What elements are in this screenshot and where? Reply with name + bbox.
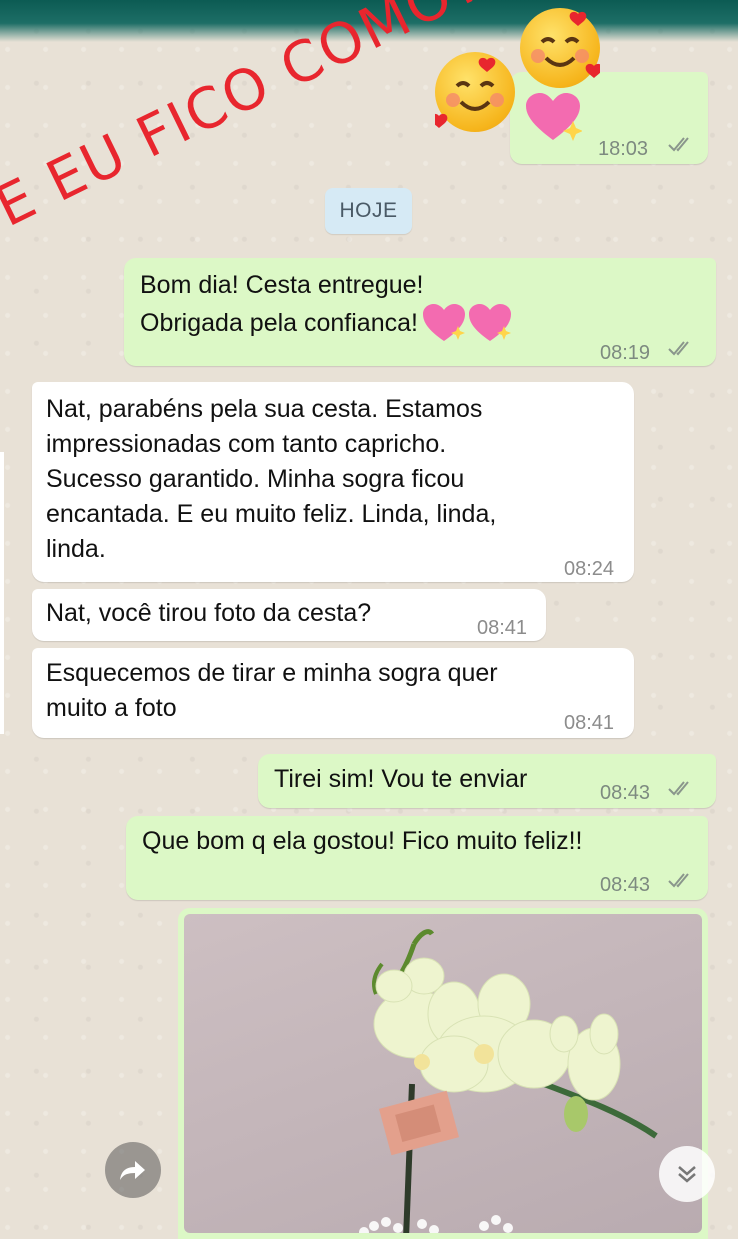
double-chevron-down-icon [678,1166,696,1183]
message-bubble-incoming[interactable]: Esquecemos de tirar e minha sogra quer m… [32,648,634,738]
forward-arrow-icon [120,1161,145,1180]
sparkling-heart-icon [422,304,511,341]
message-time: 08:24 [564,558,615,580]
message-bubble-outgoing[interactable]: Tirei sim! Vou te enviar 08:43 [258,754,716,808]
forward-button[interactable] [105,1142,161,1198]
message-time: 08:43 [600,782,651,804]
orchid-illustration [359,929,658,1233]
message-bubble-outgoing[interactable]: Bom dia! Cesta entregue! Obrigada pela c… [124,258,716,366]
message-time: 08:43 [600,874,651,896]
message-text: Esquecemos de tirar e minha sogra quer m… [46,659,498,722]
smiling-face-with-hearts-icon [430,52,515,132]
scroll-to-bottom-button[interactable] [659,1146,715,1202]
edge-highlight [0,452,4,734]
double-check-icon [668,137,689,152]
message-text: Nat, parabéns pela sua cesta. Estamos im… [46,395,497,563]
double-check-icon [668,781,689,796]
message-text: Que bom q ela gostou! Fico muito feliz!! [142,827,583,855]
double-check-icon [668,873,689,888]
sparkling-heart-icon [526,93,582,141]
message-bubble-outgoing[interactable]: Que bom q ela gostou! Fico muito feliz!!… [126,816,708,900]
message-bubble-incoming[interactable]: Nat, você tirou foto da cesta? 08:41 [32,589,546,641]
double-check-icon [668,341,689,356]
message-time: 08:41 [477,617,528,639]
message-bubble-incoming[interactable]: Nat, parabéns pela sua cesta. Estamos im… [32,382,634,582]
image-message-outgoing[interactable] [178,908,708,1239]
smiling-face-with-hearts-icon [520,8,603,88]
orchid-photo [184,914,702,1233]
date-divider: HOJE [325,188,412,234]
message-text: Tirei sim! Vou te enviar [274,765,528,793]
message-text: Bom dia! Cesta entregue! Obrigada pela c… [140,268,514,343]
message-time: 18:03 [598,138,649,160]
message-time: 08:41 [564,712,615,734]
message-time: 08:19 [600,342,651,364]
message-text: Nat, você tirou foto da cesta? [46,599,372,627]
